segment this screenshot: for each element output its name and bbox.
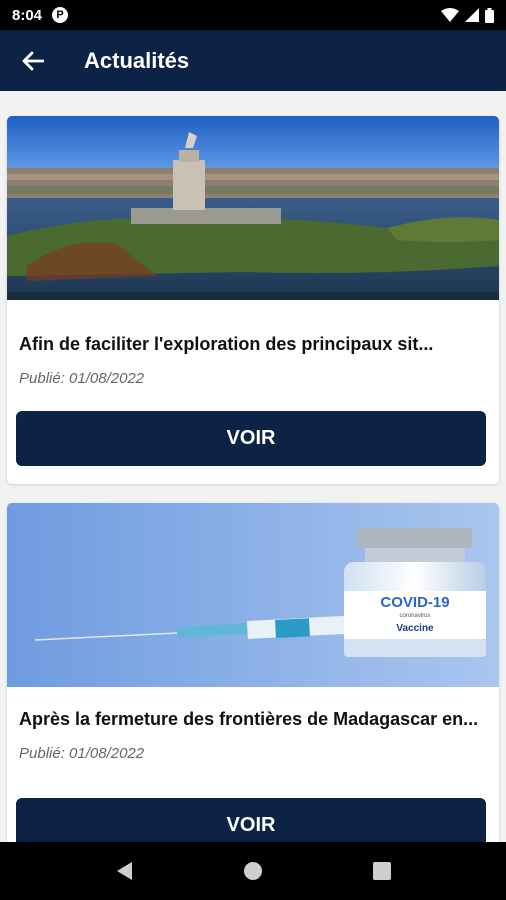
vaccine-label-subtitle: coronavirus <box>399 613 430 619</box>
status-time: 8:04 <box>12 6 43 24</box>
voir-button[interactable]: VOIR <box>16 798 486 842</box>
arrow-left-icon <box>22 51 44 70</box>
page-title: Actualités <box>84 47 190 73</box>
article-date: Publié: 01/08/2022 <box>19 370 145 387</box>
recents-nav-icon[interactable] <box>373 862 391 880</box>
status-icons <box>441 7 494 23</box>
article-title: Afin de faciliter l'exploration des prin… <box>19 334 434 354</box>
back-nav-icon[interactable] <box>115 861 133 881</box>
voir-button[interactable]: VOIR <box>16 411 486 466</box>
back-button[interactable] <box>0 30 66 91</box>
article-date: Publié: 01/08/2022 <box>19 745 145 762</box>
app-bar: Actualités <box>0 30 506 91</box>
news-list[interactable]: Afin de faciliter l'exploration des prin… <box>0 91 506 842</box>
article-title: Après la fermeture des frontières de Mad… <box>19 709 479 729</box>
notification-badge-icon: P <box>52 7 69 23</box>
news-card[interactable]: Afin de faciliter l'exploration des prin… <box>7 116 499 484</box>
article-image-vaccine: COVID-19 coronavirus Vaccine <box>7 503 499 687</box>
system-nav-bar <box>0 842 506 900</box>
article-image-monument <box>7 116 499 300</box>
wifi-icon <box>441 8 459 22</box>
news-card[interactable]: COVID-19 coronavirus Vaccine Après la fe… <box>7 503 499 842</box>
vaccine-label-vaccine: Vaccine <box>396 623 434 634</box>
signal-icon <box>465 8 479 22</box>
battery-icon <box>485 7 494 23</box>
home-nav-icon[interactable] <box>243 861 263 881</box>
vaccine-label-title: COVID-19 <box>380 594 449 611</box>
status-bar: 8:04 P <box>0 0 506 30</box>
